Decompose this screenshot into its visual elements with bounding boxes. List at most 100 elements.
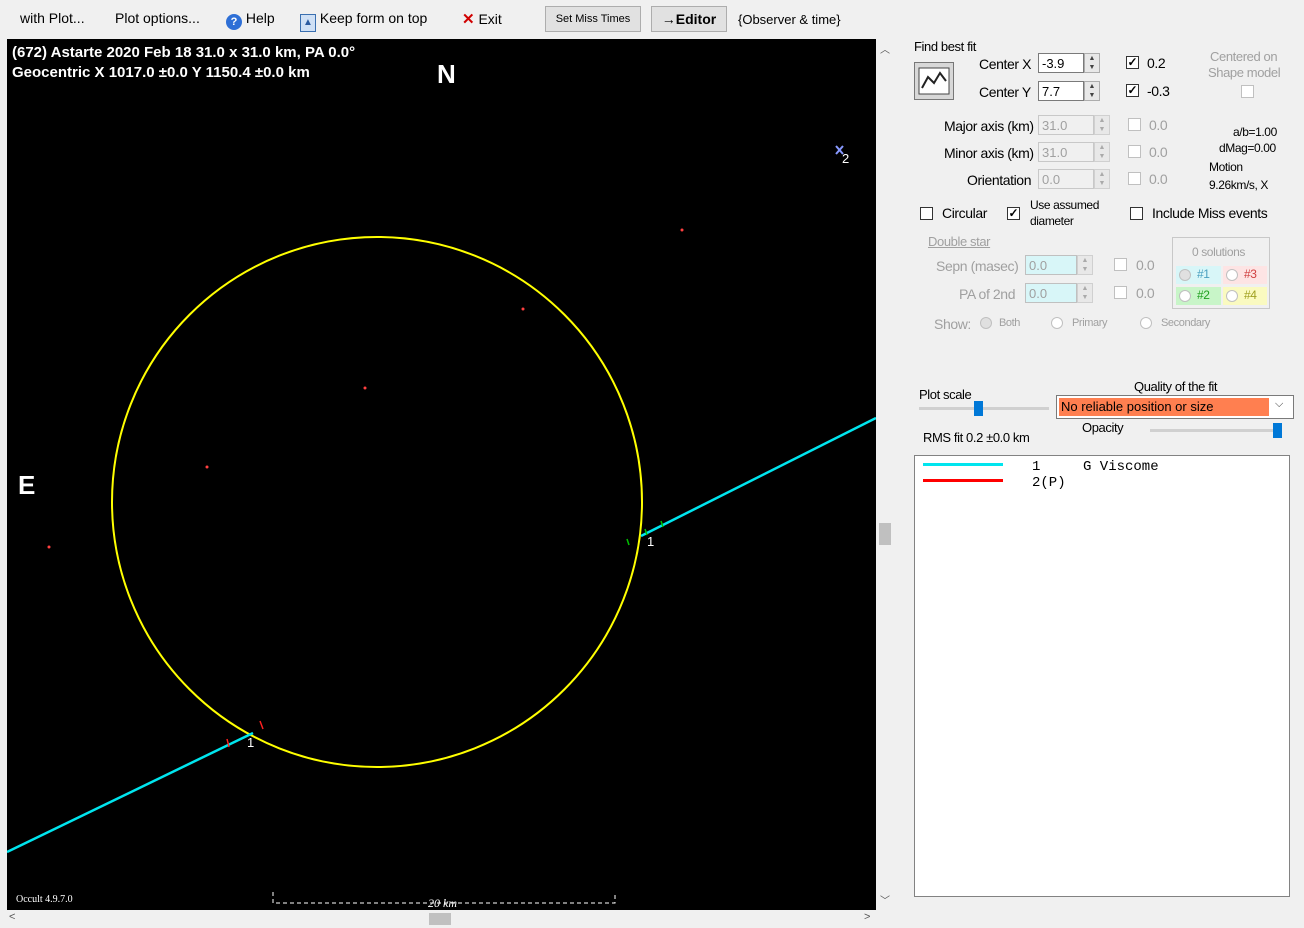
center-x-checkbox[interactable]: ✓ xyxy=(1126,56,1139,69)
use-assumed-label: Use assumed xyxy=(1030,198,1099,212)
solution-3-option[interactable]: #3 xyxy=(1223,266,1267,284)
center-y-check-label: -0.3 xyxy=(1147,83,1170,99)
solution-3-radio[interactable] xyxy=(1226,269,1238,281)
major-axis-input[interactable]: 31.0 xyxy=(1038,115,1094,135)
scroll-up-icon[interactable]: ︿ xyxy=(880,41,890,56)
shape-model-label: Shape model xyxy=(1208,65,1281,80)
center-x-input[interactable]: -3.9 xyxy=(1038,53,1084,73)
exit-menu[interactable]: ✕ Exit xyxy=(462,10,502,28)
version-label: Occult 4.9.7.0 xyxy=(16,894,73,905)
quality-dropdown[interactable]: No reliable position or size ⌵ xyxy=(1056,395,1294,419)
solution-1-radio[interactable] xyxy=(1179,269,1191,281)
sepn-check-label: 0.0 xyxy=(1136,257,1155,273)
help-icon: ? xyxy=(226,14,242,30)
show-primary-label: Primary xyxy=(1072,317,1108,329)
sepn-spinner[interactable]: ▲ ▼ xyxy=(1077,255,1093,275)
miss-label: 2 xyxy=(842,151,850,166)
plot-vertical-scrollbar[interactable]: ︿ ﹀ xyxy=(876,39,894,910)
find-best-fit-button[interactable] xyxy=(914,62,954,100)
plot-options-menu[interactable]: Plot options... xyxy=(115,10,200,26)
major-axis-check-label: 0.0 xyxy=(1149,117,1168,133)
include-miss-checkbox[interactable] xyxy=(1130,207,1143,220)
shape-model-checkbox[interactable] xyxy=(1241,85,1254,98)
show-secondary-label: Secondary xyxy=(1161,317,1210,329)
chord-1-label: 1 xyxy=(647,534,655,549)
center-y-input[interactable]: 7.7 xyxy=(1038,81,1084,101)
scroll-left-icon[interactable]: < xyxy=(9,911,15,923)
scale-label: 20 km xyxy=(428,896,457,910)
pa2-spinner[interactable]: ▲ ▼ xyxy=(1077,283,1093,303)
major-axis-label: Major axis (km) xyxy=(944,118,1034,134)
center-x-spinner[interactable]: ▲ ▼ xyxy=(1084,53,1100,73)
show-both-radio[interactable] xyxy=(980,317,992,329)
major-axis-checkbox[interactable] xyxy=(1128,118,1141,131)
center-y-spinner[interactable]: ▲ ▼ xyxy=(1084,81,1100,101)
minor-axis-spinner[interactable]: ▲ ▼ xyxy=(1094,142,1110,162)
minor-axis-input[interactable]: 31.0 xyxy=(1038,142,1094,162)
chord-legend-list[interactable]: 1 G Viscome 2(P) xyxy=(914,455,1290,897)
opacity-label: Opacity xyxy=(1082,420,1124,435)
plot-scale-label: Plot scale xyxy=(919,387,972,402)
include-miss-label: Include Miss events xyxy=(1152,205,1268,221)
orientation-input[interactable]: 0.0 xyxy=(1038,169,1094,189)
solution-1-option[interactable]: #1 xyxy=(1176,266,1221,284)
show-primary-radio[interactable] xyxy=(1051,317,1063,329)
orientation-checkbox[interactable] xyxy=(1128,172,1141,185)
solution-4-label: #4 xyxy=(1244,288,1257,302)
hscroll-thumb[interactable] xyxy=(429,913,451,925)
fit-panel: Find best fit Center X -3.9 ▲ ▼ ✓ 0.2 Cen… xyxy=(896,39,1304,928)
diameter-label: diameter xyxy=(1030,214,1074,228)
center-x-label: Center X xyxy=(979,56,1032,72)
solution-2-option[interactable]: #2 xyxy=(1176,287,1221,305)
close-icon: ✕ xyxy=(462,11,475,28)
north-label: N xyxy=(437,59,456,89)
plot-header-geocentric: Geocentric X 1017.0 ±0.0 Y 1150.4 ±0.0 k… xyxy=(12,64,310,81)
editor-button[interactable]: →Editor xyxy=(651,6,727,32)
scroll-right-icon[interactable]: > xyxy=(864,911,870,923)
major-axis-spinner[interactable]: ▲ ▼ xyxy=(1094,115,1110,135)
pa2-checkbox[interactable] xyxy=(1114,286,1127,299)
with-plot-menu[interactable]: with Plot... xyxy=(20,10,85,26)
show-secondary-radio[interactable] xyxy=(1140,317,1152,329)
plot-scale-slider[interactable] xyxy=(919,401,1049,416)
find-best-fit-label: Find best fit xyxy=(914,39,976,54)
center-y-checkbox[interactable]: ✓ xyxy=(1126,84,1139,97)
chord-1-label-entry: 1 xyxy=(247,735,255,750)
minor-axis-label: Minor axis (km) xyxy=(944,145,1034,161)
center-y-label: Center Y xyxy=(979,84,1031,100)
plot-area[interactable]: (672) Astarte 2020 Feb 18 31.0 x 31.0 km… xyxy=(7,39,876,910)
help-menu[interactable]: ? Help xyxy=(226,10,275,30)
chevron-down-icon: ⌵ xyxy=(1275,398,1284,410)
plot-header-title: (672) Astarte 2020 Feb 18 31.0 x 31.0 km… xyxy=(12,44,356,61)
solution-4-radio[interactable] xyxy=(1226,290,1238,302)
opacity-thumb[interactable] xyxy=(1273,423,1282,438)
minor-axis-checkbox[interactable] xyxy=(1128,145,1141,158)
orientation-check-label: 0.0 xyxy=(1149,171,1168,187)
asteroid-outline xyxy=(111,236,643,768)
exit-label: Exit xyxy=(478,11,502,27)
orientation-spinner[interactable]: ▲ ▼ xyxy=(1094,169,1110,189)
plot-scale-thumb[interactable] xyxy=(974,401,983,416)
scroll-thumb[interactable] xyxy=(879,523,891,545)
solution-2-radio[interactable] xyxy=(1179,290,1191,302)
circular-checkbox[interactable] xyxy=(920,207,933,220)
set-miss-times-button[interactable]: Set Miss Times xyxy=(545,6,641,32)
legend-num-1: 1 xyxy=(1032,459,1041,475)
legend-line-1 xyxy=(923,463,1003,466)
sepn-input[interactable]: 0.0 xyxy=(1025,255,1077,275)
keep-on-top-menu[interactable]: ▲ Keep form on top xyxy=(300,10,427,32)
double-star-label: Double star xyxy=(928,234,991,249)
use-assumed-checkbox[interactable]: ✓ xyxy=(1007,207,1020,220)
opacity-slider[interactable] xyxy=(1150,423,1282,438)
observer-time-menu[interactable]: {Observer & time} xyxy=(738,12,841,27)
solution-4-option[interactable]: #4 xyxy=(1223,287,1267,305)
solutions-label: 0 solutions xyxy=(1192,245,1245,259)
plot-horizontal-scrollbar[interactable]: < > xyxy=(7,910,876,928)
solution-3-label: #3 xyxy=(1244,267,1257,281)
sepn-checkbox[interactable] xyxy=(1114,258,1127,271)
pa2-input[interactable]: 0.0 xyxy=(1025,283,1077,303)
scroll-down-icon[interactable]: ﹀ xyxy=(880,892,890,907)
fit-chart-icon xyxy=(918,67,950,95)
help-label: Help xyxy=(245,10,275,26)
quality-value: No reliable position or size xyxy=(1059,398,1269,416)
